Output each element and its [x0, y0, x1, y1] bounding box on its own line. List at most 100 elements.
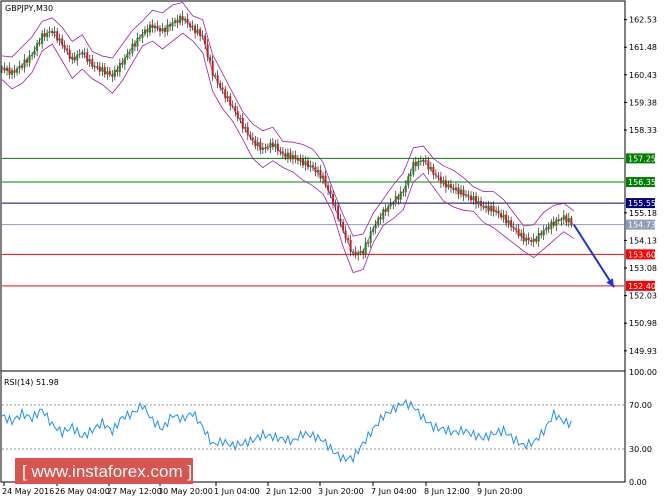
candle-body [231, 105, 234, 107]
candle-body [560, 219, 563, 221]
candle-body [281, 151, 284, 154]
candle-body [33, 50, 36, 56]
candle-body [394, 196, 397, 204]
forex-chart: 162.53 161.48 160.43 159.38 158.33 155.18 154.… [0, 0, 664, 498]
candle-body [98, 66, 101, 72]
candle-body [239, 118, 242, 120]
candle-body [201, 35, 204, 37]
candle-body [113, 69, 116, 77]
candle-body [111, 74, 114, 77]
candle-body [339, 218, 342, 223]
candle-body [121, 62, 124, 65]
candle-body [480, 200, 483, 206]
candle-body [296, 159, 299, 161]
candle-body [359, 251, 362, 253]
candle-body [304, 160, 307, 166]
candle-body [492, 205, 495, 213]
candle-body [61, 38, 64, 46]
candle-body [389, 203, 392, 207]
time-tick-label: 26 May 04:00 [55, 487, 110, 496]
time-tick-label: 8 Jun 12:00 [424, 487, 470, 496]
candle-body [26, 59, 29, 63]
chart-title: GBPJPY,M30 [5, 4, 53, 13]
candle-body [108, 71, 111, 75]
price-tick-label: 162.53 [629, 16, 657, 25]
candle-body [522, 232, 525, 242]
candle-body [48, 31, 51, 33]
price-tick-label: 155.18 [629, 209, 657, 218]
candle-body [344, 230, 347, 239]
candle-body [123, 57, 126, 65]
candle-body [570, 218, 573, 226]
candle-body [211, 60, 214, 76]
candle-body [204, 35, 207, 45]
forecast-line [572, 224, 615, 288]
candle-body [317, 169, 320, 173]
candle-body [151, 24, 154, 29]
candle-body [500, 213, 503, 218]
candle-body [452, 187, 455, 190]
time-tick-label: 30 May 20:00 [158, 487, 213, 496]
candle-body [547, 227, 550, 230]
candle-body [156, 25, 159, 28]
candle-body [419, 160, 422, 162]
candle-body [505, 214, 508, 224]
candle-body [176, 20, 179, 24]
candle-body [199, 29, 202, 37]
level-tag-label: 156.35 [628, 178, 656, 187]
candle-body [148, 24, 151, 33]
candle-body [545, 227, 548, 231]
candle-body [53, 31, 56, 34]
candle-body [103, 67, 106, 75]
candle-body [515, 228, 518, 230]
candle-body [482, 205, 485, 208]
candle-body [422, 160, 425, 162]
candle-body [289, 152, 292, 160]
candle-body [444, 180, 447, 188]
chart-canvas: 162.53 161.48 160.43 159.38 158.33 155.18 154.… [0, 0, 657, 496]
candle-body [329, 190, 332, 195]
candle-body [96, 66, 99, 68]
candle-body [1, 67, 3, 69]
candle-body [279, 151, 282, 153]
price-tick-label: 159.38 [629, 98, 657, 107]
candle-body [540, 233, 543, 236]
candle-body [91, 59, 94, 67]
candle-body [490, 205, 493, 212]
candle-body [216, 75, 219, 83]
candle-body [106, 71, 109, 75]
candle-body [138, 37, 141, 39]
candle-body [517, 229, 520, 237]
candle-body [555, 219, 558, 226]
candle-body [146, 29, 149, 33]
candle-body [477, 200, 480, 205]
candle-body [472, 196, 475, 201]
candle-body [181, 15, 184, 21]
time-tick-label: 24 May 2016 [2, 487, 54, 496]
candle-body [362, 251, 365, 255]
horizontal-levels [2, 157, 624, 287]
candle-body [530, 240, 533, 242]
price-tick-label: 150.98 [629, 319, 657, 328]
watermark-text: [ www.instaforex.com ] [22, 462, 192, 481]
candle-body [374, 225, 377, 229]
time-tick-label: 27 May 12:00 [107, 487, 162, 496]
candle-body [520, 232, 523, 237]
candle-body [497, 210, 500, 214]
candle-body [369, 232, 372, 243]
candle-body [118, 62, 121, 73]
candle-body [457, 187, 460, 195]
candle-body [101, 67, 104, 72]
candle-body [459, 189, 462, 195]
candle-body [249, 134, 252, 138]
candle-body [6, 67, 9, 71]
candle-body [324, 175, 327, 186]
candle-body [384, 209, 387, 212]
candle-body [51, 31, 54, 34]
candle-body [291, 155, 294, 160]
level-tag-label: 152.40 [628, 282, 656, 291]
candle-body [269, 142, 272, 149]
price-tick-label: 154.13 [629, 236, 657, 245]
candle-body [372, 228, 375, 233]
level-tag-label: 155.55 [628, 199, 656, 208]
